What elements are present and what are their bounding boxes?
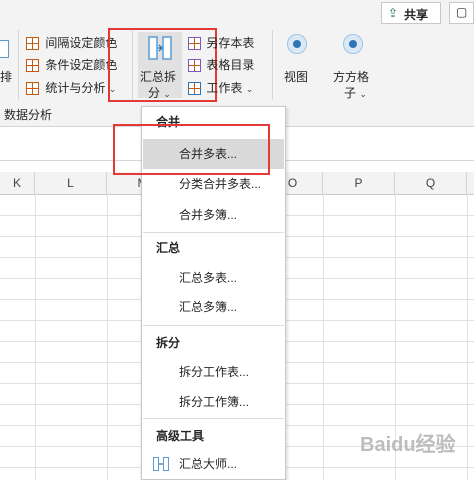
- column-header-P[interactable]: P: [323, 172, 395, 194]
- menu-item-split-worksheet[interactable]: 拆分工作表...: [143, 357, 284, 387]
- partial-icon: [0, 40, 9, 58]
- ribbon-separator: [18, 30, 19, 100]
- menu-divider: [143, 418, 284, 419]
- menu-item-summary-workbooks[interactable]: 汇总多簿...: [143, 292, 284, 322]
- menu-item-summary-master-label: 汇总大师...: [179, 457, 238, 471]
- fangfang-label-line1: 方方格: [333, 70, 370, 84]
- view-icon: [287, 34, 307, 54]
- column-header-K[interactable]: K: [0, 172, 35, 194]
- menu-section-header-split: 拆分: [156, 336, 181, 350]
- fangfang-label-line2: 子: [344, 86, 357, 100]
- fangfang-button[interactable]: 方方格 子 ⌄: [330, 32, 380, 100]
- table-directory-label: 表格目录: [206, 58, 255, 72]
- stats-analysis-label: 统计与分析: [45, 81, 106, 95]
- condition-color-label: 条件设定颜色: [45, 58, 118, 72]
- menu-item-summary-master[interactable]: 汇总大师...: [143, 449, 284, 479]
- menu-item-summary-sheets[interactable]: 汇总多表...: [143, 263, 284, 293]
- comment-icon: ▢: [456, 5, 468, 19]
- table-directory-button[interactable]: 表格目录: [188, 56, 254, 74]
- partial-ribbon-label: 排: [0, 70, 13, 84]
- grid-color-icon: [26, 59, 39, 73]
- worksheet-button[interactable]: 工作表 ⌄: [188, 79, 253, 97]
- menu-section-header-summary: 汇总: [156, 241, 181, 255]
- interval-color-button[interactable]: 间隔设定颜色: [26, 34, 117, 52]
- summary-master-icon: [153, 457, 169, 471]
- save-icon: [188, 37, 201, 51]
- share-button[interactable]: ⇪ 共享: [381, 2, 441, 24]
- menu-divider: [143, 232, 284, 233]
- stats-analysis-button[interactable]: 统计与分析 ⌄: [26, 79, 116, 97]
- view-button[interactable]: 视图: [280, 32, 316, 92]
- column-header-Q[interactable]: Q: [395, 172, 467, 194]
- chevron-down-icon: ⌄: [359, 89, 367, 99]
- fangfang-icon: [343, 34, 363, 54]
- directory-icon: [188, 59, 201, 73]
- share-icon: ⇪: [388, 6, 399, 20]
- ribbon-separator: [272, 30, 273, 100]
- worksheet-label: 工作表: [206, 81, 243, 95]
- share-label: 共享: [404, 8, 429, 22]
- view-label: 视图: [284, 70, 309, 84]
- stats-icon: [26, 82, 39, 96]
- partial-ribbon-button[interactable]: 排: [0, 38, 14, 88]
- condition-color-button[interactable]: 条件设定颜色: [26, 56, 117, 74]
- watermark: Baidu经验: [360, 434, 456, 456]
- highlight-box: [113, 124, 270, 175]
- save-sheet-button[interactable]: 另存本表: [188, 34, 254, 52]
- menu-item-merge-workbooks[interactable]: 合并多簿...: [143, 200, 284, 230]
- column-header-L[interactable]: L: [35, 172, 107, 194]
- chevron-down-icon: ⌄: [245, 84, 254, 94]
- menu-item-split-workbook[interactable]: 拆分工作簿...: [143, 387, 284, 417]
- menu-divider: [143, 325, 284, 326]
- group-label-data-analysis: 数据分析: [4, 108, 53, 122]
- comments-button[interactable]: ▢: [449, 2, 474, 24]
- menu-section-header-advanced: 高级工具: [156, 429, 205, 443]
- save-sheet-label: 另存本表: [206, 36, 255, 50]
- grid-color-icon: [26, 37, 39, 51]
- interval-color-label: 间隔设定颜色: [45, 36, 118, 50]
- worksheet-icon: [188, 82, 201, 96]
